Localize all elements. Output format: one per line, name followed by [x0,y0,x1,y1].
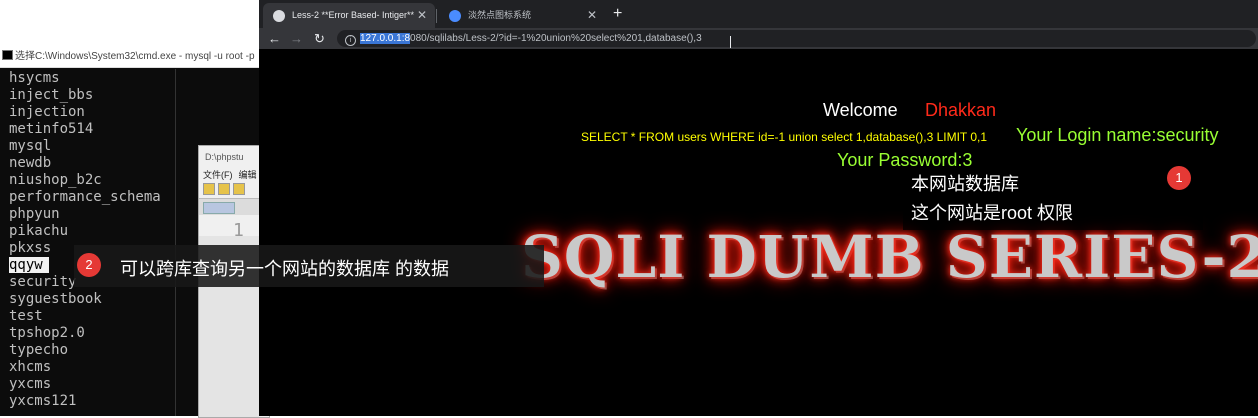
tab-icon-system[interactable]: 淡然点图标系统 ✕ [439,3,605,28]
database-list-item: injection [9,104,85,120]
new-file-icon[interactable] [203,183,215,195]
login-name: Your Login name:security [1016,125,1219,145]
annotation-1-line1: 本网站数据库 [911,174,1019,194]
address-bar[interactable]: i 127.0.0.1:8080/sqlilabs/Less-2/?id=-1%2… [337,30,1256,47]
forward-arrow-icon[interactable]: → [290,29,303,48]
cmd-icon [2,50,13,60]
globe-icon [273,9,285,22]
database-list: hsycms inject_bbs injection metinfo514 mysql… [9,70,161,410]
database-list-item: newdb [9,155,52,171]
tab-title: 淡然点图标系统 [468,10,532,20]
new-tab-icon[interactable]: + [613,4,622,24]
cmd-title-text: 选择C:\Windows\System32\cmd.exe - mysql -u… [15,51,255,62]
database-list-item: performance_schema [9,189,161,205]
back-arrow-icon[interactable]: ← [268,29,281,48]
database-list-item: yxcms121 [9,393,77,409]
database-list-item: syguestbook [9,291,102,307]
close-tab-icon[interactable]: ✕ [417,3,427,28]
tab-separator [436,9,437,23]
annotation-2-text: 可以跨库查询另一个网站的数据库 的数据 [120,259,449,279]
notepad-tab[interactable] [203,202,235,214]
reload-icon[interactable]: ↻ [314,29,325,48]
annotation-1-line2: 这个网站是root 权限 [911,203,1074,223]
url-selected-host: 127.0.0.1:8 [360,33,411,44]
page-content: Welcome Dhakkan SELECT * FROM users WHER… [259,49,1258,416]
line-number: 1 [233,220,244,241]
annotation-2-badge: 2 [77,253,101,277]
site-info-icon[interactable]: i [345,35,356,46]
url-path: 080/sqlilabs/Less-2/?id=-1%20union%20sel… [410,33,702,44]
database-list-item: yxcms [9,376,52,392]
menu-file[interactable]: 文件(F) [203,170,233,180]
close-tab-icon[interactable]: ✕ [587,3,597,28]
toolbar: ← → ↻ i 127.0.0.1:8080/sqlilabs/Less-2/?i… [259,28,1258,49]
selected-text: qqyw [9,257,49,273]
database-list-item: tpshop2.0 [9,325,85,341]
text-cursor-icon [730,36,731,48]
database-list-item: inject_bbs [9,87,94,103]
annotation-1-badge: 1 [1167,166,1191,190]
tab-title: Less-2 **Error Based- Intiger** [292,10,415,20]
welcome-text: Welcome [823,100,898,120]
database-list-item: pikachu [9,223,69,239]
cmd-titlebar[interactable]: 选择C:\Windows\System32\cmd.exe - mysql -u… [0,47,262,68]
tab-less2[interactable]: Less-2 **Error Based- Intiger** ✕ [263,3,435,28]
annotation-1: 本网站数据库 这个网站是root 权限 1 [903,166,1203,230]
database-list-item: xhcms [9,359,52,375]
annotation-2: 2 可以跨库查询另一个网站的数据库 的数据 [74,245,544,287]
database-list-item: test [9,308,43,324]
open-file-icon[interactable] [218,183,230,195]
sqli-banner: SQLI DUMB SERIES-2 [521,223,1258,291]
database-list-item: metinfo514 [9,121,94,137]
tab-strip: Less-2 **Error Based- Intiger** ✕ 淡然点图标系… [259,0,1258,28]
database-list-item: typecho [9,342,69,358]
save-file-icon[interactable] [233,183,245,195]
sql-query: SELECT * FROM users WHERE id=-1 union se… [581,130,988,144]
cmd-divider [175,69,176,416]
menu-edit[interactable]: 编辑 [239,170,257,180]
user-name: Dhakkan [925,100,997,120]
site-favicon-icon [449,9,461,22]
database-list-item: mysql [9,138,52,154]
database-list-item: niushop_b2c [9,172,102,188]
database-list-item: phpyun [9,206,60,222]
database-list-item: hsycms [9,70,60,86]
